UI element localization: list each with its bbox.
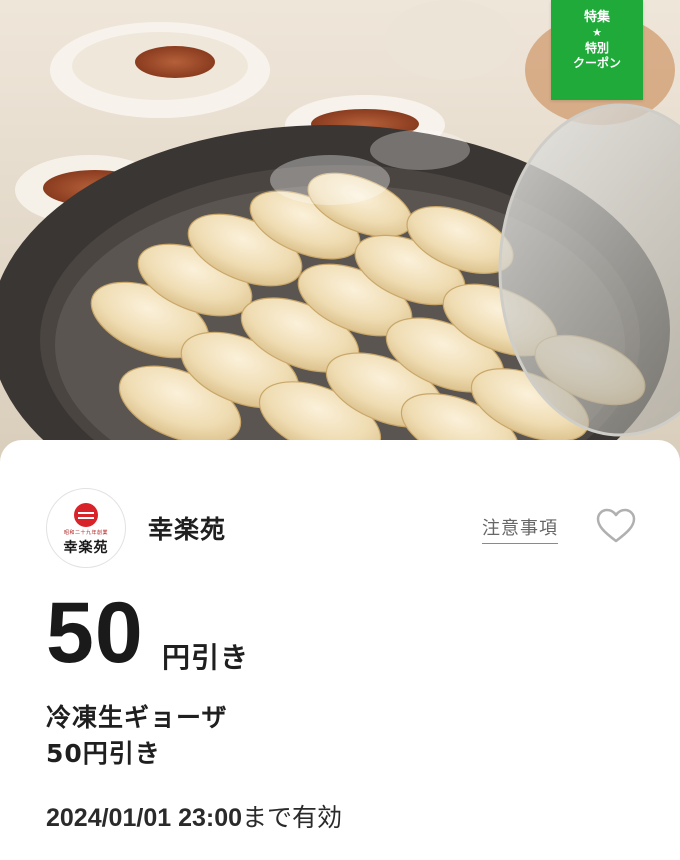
badge-line2: クーポン bbox=[572, 56, 621, 70]
badge-line1: 特別 bbox=[584, 41, 609, 55]
logo-small-text: 昭和二十九年創業 bbox=[63, 530, 108, 536]
notice-link[interactable]: 注意事項 bbox=[482, 514, 558, 544]
badge-title: 特集 bbox=[583, 10, 610, 25]
special-coupon-badge: 特集 ★ 特別 クーポン bbox=[551, 0, 643, 100]
item-name: 冷凍生ギョーザ bbox=[46, 703, 228, 732]
expiry-datetime: 2024/01/01 23:00 bbox=[46, 804, 243, 832]
discount-amount: 50 bbox=[46, 585, 144, 681]
discount-unit: 円引き bbox=[162, 641, 250, 674]
expiry-text: 2024/01/01 23:00まで有効 bbox=[46, 798, 342, 834]
heart-outline-icon[interactable] bbox=[596, 508, 636, 544]
logo-emblem-icon bbox=[74, 503, 98, 527]
star-icon: ★ bbox=[592, 26, 602, 39]
shop-name: 幸楽苑 bbox=[148, 515, 227, 544]
item-detail: 50円引き bbox=[46, 739, 161, 768]
shop-logo: 昭和二十九年創業 幸楽苑 bbox=[46, 488, 126, 568]
coupon-card: 昭和二十九年創業 幸楽苑 幸楽苑 注意事項 50 円引き 冷凍生ギョーザ 50円… bbox=[0, 440, 680, 860]
logo-name: 幸楽苑 bbox=[63, 540, 109, 556]
hero-image: 特集 ★ 特別 クーポン bbox=[0, 0, 680, 470]
expiry-suffix: まで有効 bbox=[242, 803, 343, 832]
